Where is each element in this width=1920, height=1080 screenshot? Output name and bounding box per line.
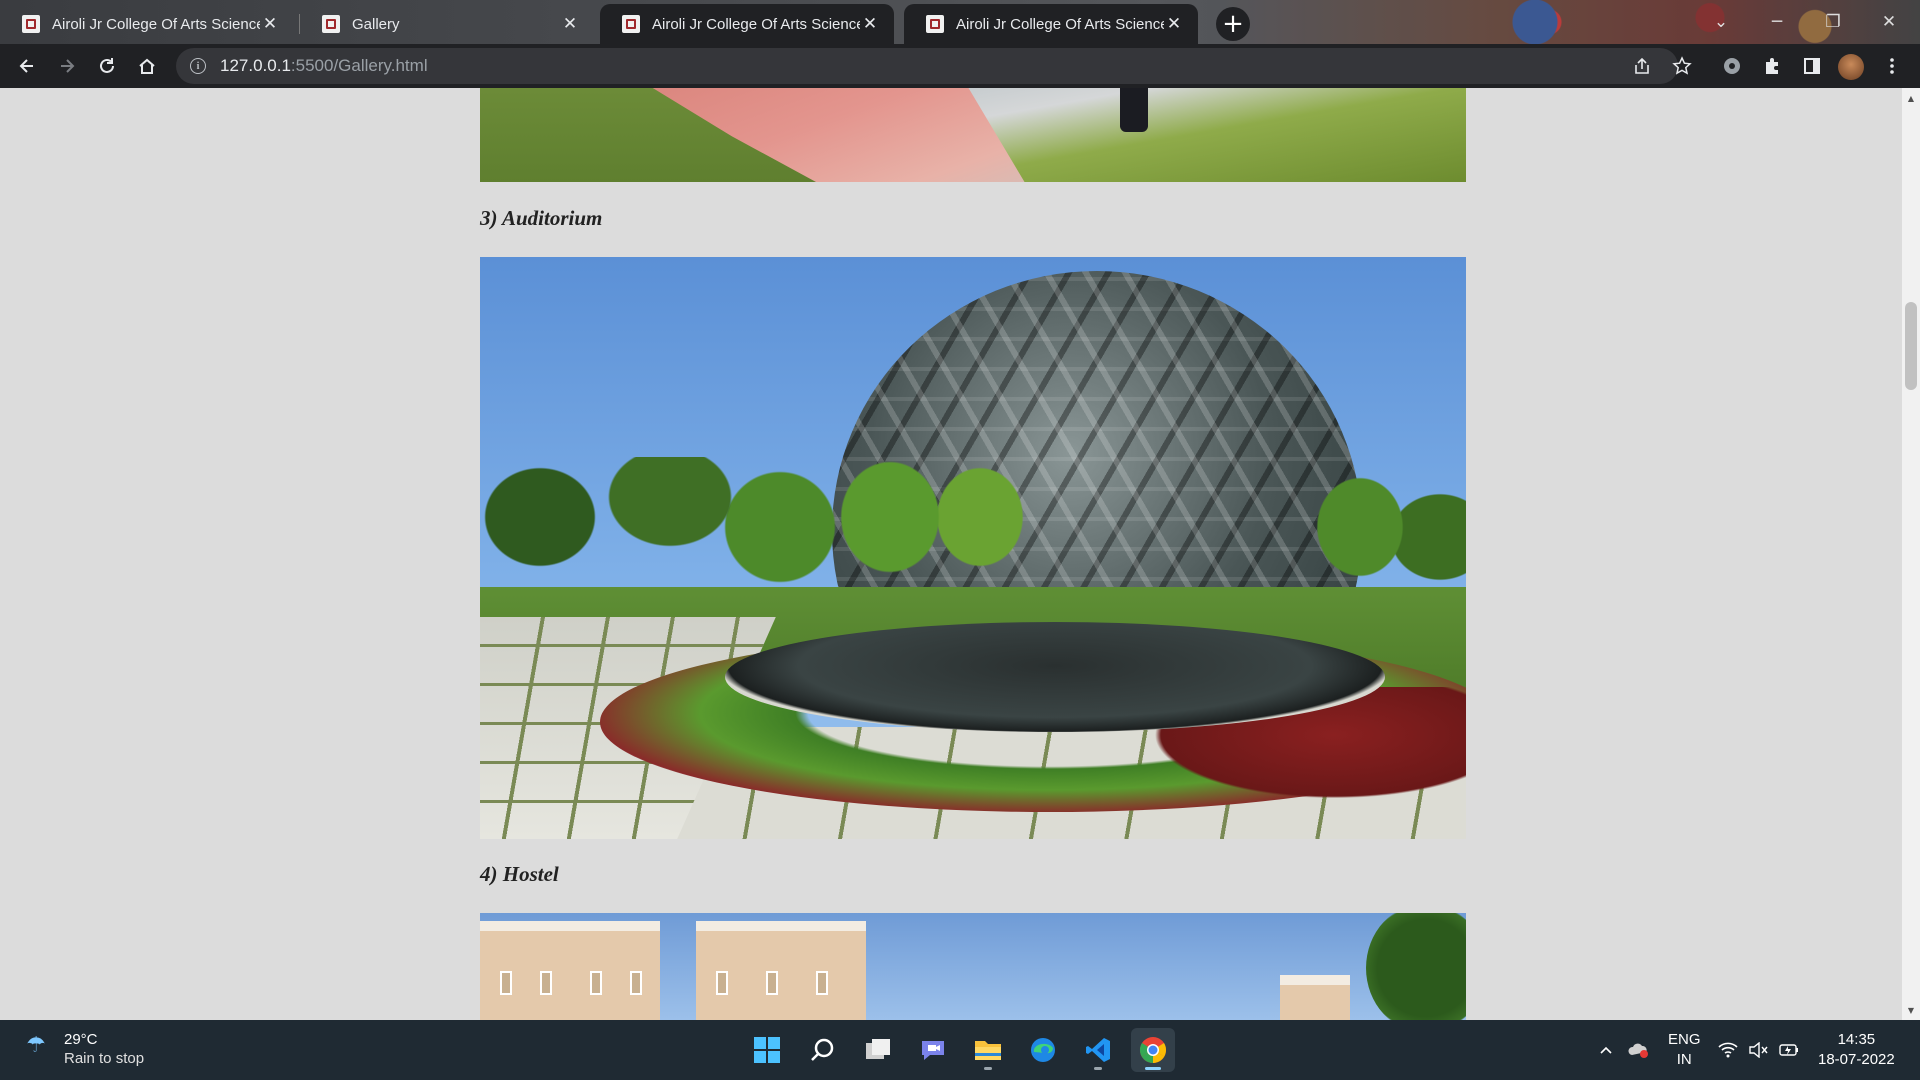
page-viewport: 3) Auditorium 4) Hostel [0,88,1902,1020]
photo-building-right [1280,975,1350,1020]
show-hidden-icons-chevron-icon[interactable] [1598,1020,1614,1080]
weather-condition: Rain to stop [64,1050,145,1067]
tab-title: Airoli Jr College Of Arts Science / [52,15,260,33]
weather-temperature: 29°C [64,1031,98,1048]
gallery-photo-walkway [480,88,1466,182]
tab-gallery[interactable]: Gallery ✕ [300,4,594,44]
photo-building-center [696,921,866,1020]
tab-airoli-3[interactable]: Airoli Jr College Of Arts Science / ✕ [904,4,1198,44]
gallery-caption-auditorium: 3) Auditorium [480,206,603,230]
forward-button[interactable] [49,48,85,84]
task-view-icon[interactable] [856,1028,900,1072]
profile-avatar[interactable] [1838,54,1864,80]
edge-browser-icon[interactable] [1021,1028,1065,1072]
bookmark-star-icon[interactable] [1664,48,1700,84]
college-favicon-icon [22,15,40,33]
search-icon[interactable] [801,1028,845,1072]
active-indicator [1145,1067,1161,1070]
start-button[interactable] [745,1028,789,1072]
language-region: IN [1676,1051,1692,1068]
weather-widget[interactable]: ☂ 29°C Rain to stop [26,1030,144,1068]
tab-strip: Airoli Jr College Of Arts Science / ✕ Ga… [0,0,1920,44]
college-favicon-icon [926,15,944,33]
share-icon[interactable] [1624,48,1660,84]
chrome-browser-icon[interactable] [1131,1028,1175,1072]
language-code: ENG [1668,1031,1701,1048]
onedrive-error-icon[interactable] [1628,1020,1650,1080]
url-host: 127.0.0.1 [220,56,291,75]
url-path: :5500/Gallery.html [290,56,428,75]
photo-person [1120,88,1148,132]
college-favicon-icon [322,15,340,33]
menu-kebab-icon[interactable] [1874,48,1910,84]
teams-chat-icon[interactable] [911,1028,955,1072]
reload-button[interactable] [89,48,125,84]
tab-title: Gallery [352,15,400,33]
tab-airoli-1[interactable]: Airoli Jr College Of Arts Science / ✕ [0,4,294,44]
new-tab-button[interactable]: + [1216,7,1250,41]
close-icon[interactable]: ✕ [860,14,880,34]
extensions-puzzle-icon[interactable] [1754,48,1790,84]
gallery-photo-auditorium [480,257,1466,839]
close-window-button[interactable]: ✕ [1866,6,1912,38]
close-icon[interactable]: ✕ [260,14,280,34]
input-language-indicator[interactable]: ENG IN [1668,1020,1701,1080]
clock-time: 14:35 [1837,1031,1876,1048]
page-scrollbar[interactable]: ▲ ▼ [1902,88,1920,1020]
running-indicator [1094,1067,1102,1070]
tab-title: Airoli Jr College Of Arts Science / [956,15,1164,33]
wifi-icon[interactable] [1718,1020,1738,1080]
side-panel-icon[interactable] [1794,48,1830,84]
minimize-button[interactable]: ─ [1754,6,1800,38]
file-explorer-icon[interactable] [966,1028,1010,1072]
extension-icon[interactable] [1714,48,1750,84]
tab-airoli-2[interactable]: Airoli Jr College Of Arts Science / ✕ [600,4,894,44]
photo-tree [1366,913,1466,1020]
site-info-icon[interactable]: i [190,58,206,74]
close-icon[interactable]: ✕ [1164,14,1184,34]
vscode-icon[interactable] [1076,1028,1120,1072]
scroll-down-arrow-icon[interactable]: ▼ [1902,1002,1920,1018]
photo-trees [480,457,1466,587]
college-favicon-icon [622,15,640,33]
browser-toolbar: i 127.0.0.1 :5500/Gallery.html [0,44,1920,88]
back-button[interactable] [9,48,45,84]
tab-title: Airoli Jr College Of Arts Science / [652,15,860,33]
windows-taskbar: ☂ 29°C Rain to stop ENG IN 14:35 18-07-2… [0,1020,1920,1080]
battery-charging-icon[interactable] [1778,1020,1800,1080]
close-icon[interactable]: ✕ [560,14,580,34]
running-indicator [984,1067,992,1070]
scrollbar-thumb[interactable] [1905,302,1917,390]
photo-fountain [725,622,1385,732]
gallery-photo-hostel [480,913,1466,1020]
tab-search-icon[interactable]: ⌄ [1698,6,1744,38]
scroll-up-arrow-icon[interactable]: ▲ [1902,90,1920,106]
system-clock[interactable]: 14:35 18-07-2022 [1818,1020,1895,1080]
speaker-muted-icon[interactable] [1748,1020,1768,1080]
umbrella-icon: ☂ [26,1033,46,1058]
address-bar[interactable]: i 127.0.0.1 :5500/Gallery.html [176,48,1678,84]
home-button[interactable] [129,48,165,84]
clock-date: 18-07-2022 [1818,1051,1895,1068]
restore-button[interactable]: ❐ [1810,6,1856,38]
gallery-caption-hostel: 4) Hostel [480,862,559,886]
photo-building-left [480,921,660,1020]
